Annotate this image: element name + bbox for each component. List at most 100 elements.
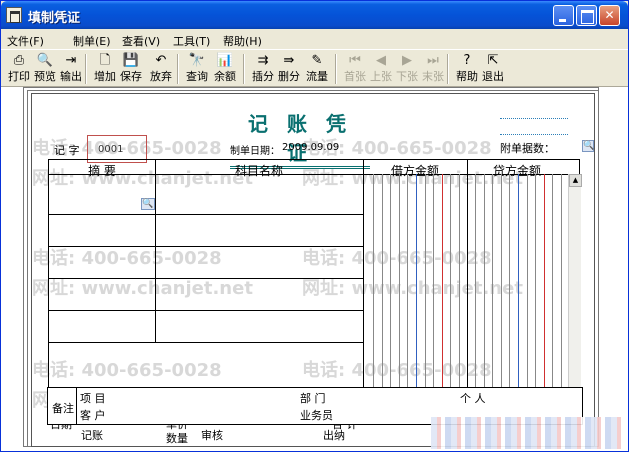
voucher-area: 电话: 400-665-0028 电话: 400-665-0028 网址: ww… — [1, 87, 628, 451]
toolbar-button-save[interactable]: 💾 保存 — [117, 52, 145, 86]
voucher-window: 填制凭证 ✕ 文件(F) 制单(E) 查看(V) 工具(T) 帮助(H) ⎙ 打印… — [0, 0, 629, 452]
save-icon: 💾 — [122, 53, 140, 68]
toolbar-button-help[interactable]: ? 帮助 — [453, 52, 481, 86]
toolbar-button-undo[interactable]: ↶ 放弃 — [147, 52, 175, 86]
toolbar-label: 查询 — [186, 70, 208, 83]
preview-icon: 🔍 — [36, 53, 54, 68]
credit-digit-line — [518, 174, 519, 404]
toolbar-button-add[interactable]: 🗋 增加 — [91, 52, 119, 86]
bar-chart-icon: 📊 — [216, 53, 234, 68]
toolbar-label: 退出 — [482, 70, 504, 83]
debit-digit-line — [433, 174, 435, 404]
header-summary: 摘 要 — [88, 164, 116, 178]
grid-row-line — [363, 174, 568, 175]
header-account: 科目名称 — [234, 164, 283, 178]
undo-icon: ↶ — [155, 53, 167, 68]
toolbar-button-previous[interactable]: ◀ 上张 — [367, 52, 395, 86]
voucher-entry-grid: 摘 要 科目名称 借方金额 贷方金额 🔍 ▲ — [48, 159, 582, 404]
voucher-type-label: 记 字 — [54, 144, 80, 157]
auditor-label: 审核 — [201, 429, 223, 442]
debit-digit-line — [459, 174, 460, 404]
debit-digit-line — [407, 174, 409, 404]
menu-tools[interactable]: 工具(T) — [173, 33, 210, 49]
title-bar[interactable]: 填制凭证 ✕ — [1, 1, 628, 29]
toolbar-button-exit[interactable]: ⇱ 退出 — [479, 52, 507, 86]
toolbar-button-export[interactable]: ⇥ 输出 — [57, 52, 85, 86]
toolbar-label: 上张 — [370, 70, 392, 83]
toolbar-button-delete-row[interactable]: ⇛ 删分 — [275, 52, 303, 86]
vertical-scrollbar[interactable]: ▲ — [568, 174, 582, 404]
menu-voucher[interactable]: 制单(E) — [73, 33, 111, 49]
credit-digit-line — [552, 174, 554, 404]
toolbar-label: 下张 — [396, 70, 418, 83]
credit-digit-line — [500, 174, 502, 404]
menu-view[interactable]: 查看(V) — [122, 33, 160, 49]
previous-icon: ◀ — [376, 53, 386, 68]
debit-digit-line — [416, 174, 417, 404]
toolbar-separator — [85, 54, 87, 84]
toolbar-label: 删分 — [278, 70, 300, 83]
toolbar-label: 增加 — [94, 70, 116, 83]
search-icon[interactable]: 🔍 — [582, 140, 594, 152]
grid-row-line — [49, 174, 363, 175]
export-icon: ⇥ — [65, 53, 77, 68]
attachment-count-line — [500, 118, 568, 119]
add-icon: 🗋 — [99, 53, 111, 68]
toolbar-label: 打印 — [8, 70, 30, 83]
toolbar-button-preview[interactable]: 🔍 预览 — [31, 52, 59, 86]
toolbar-button-next[interactable]: ▶ 下张 — [393, 52, 421, 86]
toolbar-button-printer[interactable]: ⎙ 打印 — [5, 52, 33, 86]
debit-digit-line — [450, 174, 452, 404]
menu-file[interactable]: 文件(F) — [7, 33, 44, 49]
toolbar-separator — [177, 54, 179, 84]
individual-label: 个 人 — [460, 392, 486, 405]
toolbar-label: 插分 — [252, 70, 274, 83]
grid-row-line — [49, 310, 363, 311]
toolbar-label: 余额 — [214, 70, 236, 83]
help-icon: ? — [463, 53, 471, 68]
toolbar-label: 输出 — [60, 70, 82, 83]
toolbar-button-bar-chart[interactable]: 📊 余额 — [211, 52, 239, 86]
voucher-date[interactable]: 2009.09.09 — [282, 142, 339, 153]
debit-digit-line — [390, 174, 392, 404]
toolbar-button-binoculars[interactable]: 🔭 查询 — [183, 52, 211, 86]
toolbar-separator — [335, 54, 337, 84]
search-icon[interactable]: 🔍 — [141, 198, 155, 210]
remarks-divider — [76, 388, 77, 424]
maximize-button[interactable] — [576, 5, 597, 26]
remarks-label: 备注 — [52, 402, 74, 415]
grid-row-line — [49, 246, 363, 247]
exit-icon: ⇱ — [487, 53, 499, 68]
menu-help[interactable]: 帮助(H) — [223, 33, 262, 49]
credit-digit-line — [526, 174, 528, 404]
toolbar-label: 流量 — [306, 70, 328, 83]
toolbar-button-flow[interactable]: ✎ 流量 — [303, 52, 331, 86]
debit-digit-line — [381, 174, 383, 404]
binoculars-icon: 🔭 — [188, 53, 206, 68]
toolbar-button-last[interactable]: ⏭ 末张 — [419, 52, 447, 86]
grid-row-line — [49, 342, 363, 343]
attachments-label: 附单据数： — [500, 142, 555, 155]
last-icon: ⏭ — [427, 53, 439, 68]
debit-digit-line — [441, 174, 443, 404]
customer-label: 客 户 — [80, 409, 106, 422]
minimize-button[interactable] — [553, 5, 574, 26]
quantity-label: 数量 — [166, 432, 188, 445]
department-label: 部 门 — [300, 392, 326, 405]
scroll-up-arrow-icon[interactable]: ▲ — [569, 174, 582, 187]
grid-row-line — [49, 214, 363, 215]
close-button[interactable]: ✕ — [599, 5, 620, 26]
grid-column-line — [467, 160, 468, 404]
insert-row-icon: ⇉ — [257, 53, 269, 68]
project-label: 项 目 — [80, 392, 106, 405]
cashier-label: 出纳 — [323, 429, 345, 442]
toolbar-label: 保存 — [120, 70, 142, 83]
next-icon: ▶ — [402, 53, 412, 68]
debit-digit-line — [398, 174, 400, 404]
credit-digit-line — [492, 174, 494, 404]
toolbar-button-insert-row[interactable]: ⇉ 插分 — [249, 52, 277, 86]
grid-column-line — [155, 160, 156, 342]
toolbar-label: 帮助 — [456, 70, 478, 83]
toolbar-button-first[interactable]: ⏮ 首张 — [341, 52, 369, 86]
credit-digit-line — [475, 174, 476, 404]
